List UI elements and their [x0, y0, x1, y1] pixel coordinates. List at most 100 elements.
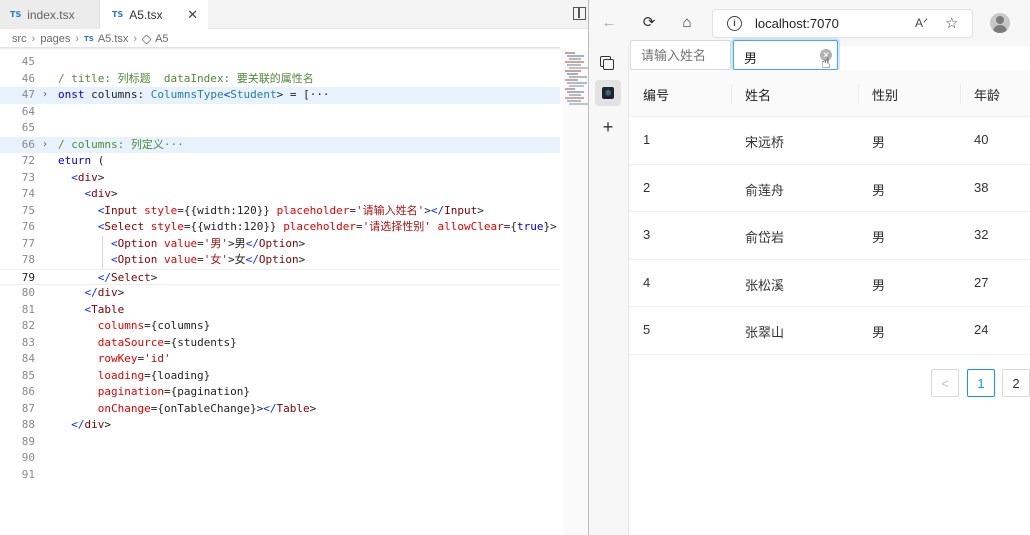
fold-chevron-icon[interactable]: ›: [42, 87, 48, 104]
code-text: rowKey='id': [97, 352, 171, 365]
code-line[interactable]: 64: [0, 104, 560, 121]
code-line[interactable]: 47 › onst columns: ColumnsType<Student> = …: [0, 87, 560, 104]
code-line[interactable]: 85 loading={loading}: [0, 368, 560, 385]
code-line[interactable]: 84 rowKey='id': [0, 351, 560, 368]
code-line[interactable]: 88 </div>: [0, 417, 560, 434]
breadcrumb-item[interactable]: A5: [155, 33, 168, 45]
minimap-stripe: [567, 82, 587, 84]
code-line[interactable]: 73 <div>: [0, 170, 560, 187]
tab-index-tsx[interactable]: TS index.tsx: [0, 0, 100, 29]
code-line[interactable]: 82 columns={columns}: [0, 318, 560, 335]
line-number: 87: [21, 401, 35, 415]
code-text: <div>: [71, 170, 105, 184]
cell-gender: 男: [872, 230, 886, 245]
react-app-tab[interactable]: ⚛: [595, 80, 621, 106]
line-number: 88: [21, 418, 35, 431]
prev-page-button[interactable]: <: [931, 369, 959, 397]
line-number: 90: [21, 451, 35, 464]
fold-chevron-icon[interactable]: ›: [42, 137, 48, 154]
breadcrumb-item[interactable]: A5.tsx: [98, 33, 129, 45]
code-line[interactable]: 65: [0, 120, 560, 137]
code-line[interactable]: 90: [0, 450, 560, 467]
code-line[interactable]: 83 dataSource={students}: [0, 335, 560, 352]
cell-age: 38: [974, 179, 989, 195]
gender-select[interactable]: 男 ✕ ☝: [733, 40, 838, 72]
split-editor-icon[interactable]: [573, 7, 586, 20]
code-line[interactable]: 74 <div>: [0, 186, 560, 203]
page-1-button[interactable]: 1: [967, 369, 995, 397]
tab-label: A5.tsx: [129, 7, 163, 22]
code-line[interactable]: 77 <Option value='男'>男</Option>: [0, 236, 560, 253]
table-row[interactable]: 3 俞岱岩 男 32: [629, 212, 1030, 260]
code-line[interactable]: 80 </div>: [0, 285, 560, 302]
cell-id: 1: [643, 132, 651, 147]
line-number: 84: [21, 352, 35, 365]
info-icon[interactable]: i: [727, 16, 742, 31]
table-row[interactable]: 4 张松溪 男 27: [629, 260, 1030, 307]
line-number: 66: [21, 137, 35, 151]
cell-age: 40: [974, 132, 989, 147]
cell-name: 宋远桥: [745, 135, 785, 150]
code-text: </div>: [71, 418, 111, 431]
close-icon[interactable]: ✕: [187, 7, 198, 23]
back-arrow-icon[interactable]: ←: [599, 12, 619, 32]
breadcrumb-item[interactable]: src: [12, 33, 27, 45]
minimap[interactable]: [563, 50, 588, 535]
code-line[interactable]: 72 eturn (: [0, 153, 560, 170]
reload-icon[interactable]: ⟳: [639, 12, 659, 32]
chevron-right-icon: ›: [31, 33, 36, 45]
minimap-stripe: [565, 52, 575, 54]
line-number: 77: [21, 236, 35, 250]
cell-gender: 男: [872, 325, 886, 340]
code-text: <Option value='男'>男</Option>: [110, 236, 306, 250]
code-line[interactable]: 78 <Option value='女'>女</Option>: [0, 252, 560, 269]
minimap-stripe: [569, 76, 587, 78]
profile-icon[interactable]: [990, 13, 1010, 33]
chevron-right-icon: ›: [133, 33, 138, 45]
indent-guide: [101, 235, 103, 269]
code-line[interactable]: 45: [0, 54, 560, 71]
column-header-age[interactable]: 年龄: [974, 85, 1000, 104]
url-text[interactable]: localhost:7070: [755, 16, 839, 31]
column-header-name[interactable]: 姓名: [745, 85, 771, 104]
line-number: 65: [21, 121, 35, 134]
read-aloud-icon[interactable]: Aᐟ: [915, 16, 928, 30]
name-search-input[interactable]: [630, 40, 731, 70]
code-line[interactable]: 87 onChange={onTableChange}></Table>: [0, 401, 560, 418]
react-icon: ⚛: [602, 87, 614, 99]
line-number: 46: [21, 71, 35, 85]
code-text: pagination={pagination}: [97, 385, 251, 398]
line-number: 85: [21, 368, 35, 382]
home-icon[interactable]: ⌂: [677, 12, 697, 32]
code-line[interactable]: 91: [0, 467, 560, 484]
tab-a5-tsx[interactable]: TS A5.tsx ✕: [100, 0, 208, 29]
table-row[interactable]: 5 张翠山 男 24: [629, 307, 1030, 355]
new-tab-icon[interactable]: +: [595, 114, 621, 140]
table-row[interactable]: 2 俞莲舟 男 38: [629, 165, 1030, 212]
code-line[interactable]: 66 › / columns: 列定义···: [0, 136, 560, 154]
code-line[interactable]: 89: [0, 434, 560, 451]
student-table: 编号 姓名 性别 年龄 1 宋远桥 男 40 2 俞莲舟 男 38 3 俞岱岩 …: [629, 70, 1030, 355]
column-header-id[interactable]: 编号: [643, 85, 669, 104]
code-line[interactable]: 81 <Table: [0, 302, 560, 319]
favorites-star-icon[interactable]: ☆: [945, 14, 958, 32]
column-header-gender[interactable]: 性别: [872, 85, 898, 104]
code-line[interactable]: 75 <Input style={{width:120}} placeholder…: [0, 203, 560, 220]
line-number: 80: [21, 286, 35, 299]
cell-name: 张松溪: [745, 277, 785, 293]
tab-actions-icon[interactable]: [595, 51, 621, 77]
line-number: 74: [21, 187, 35, 200]
line-number: 91: [21, 467, 35, 481]
code-line[interactable]: 46 / title: 列标题 dataIndex: 要关联的属性名: [0, 71, 560, 88]
cell-name: 俞莲舟: [745, 182, 785, 198]
cell-age: 27: [974, 274, 989, 290]
address-bar[interactable]: i localhost:7070 Aᐟ ☆: [712, 9, 973, 38]
table-row[interactable]: 1 宋远桥 男 40: [629, 117, 1030, 165]
code-line[interactable]: 86 pagination={pagination}: [0, 384, 560, 401]
code-line[interactable]: 79 </Select>: [0, 268, 560, 285]
page-2-button[interactable]: 2: [1002, 369, 1030, 397]
column-divider: [960, 84, 961, 104]
code-area[interactable]: 45 46 / title: 列标题 dataIndex: 要关联的属性名 47 › on…: [0, 54, 560, 483]
breadcrumb-item[interactable]: pages: [40, 33, 70, 45]
code-line[interactable]: 76 <Select style={{width:120}} placeholde…: [0, 219, 560, 236]
